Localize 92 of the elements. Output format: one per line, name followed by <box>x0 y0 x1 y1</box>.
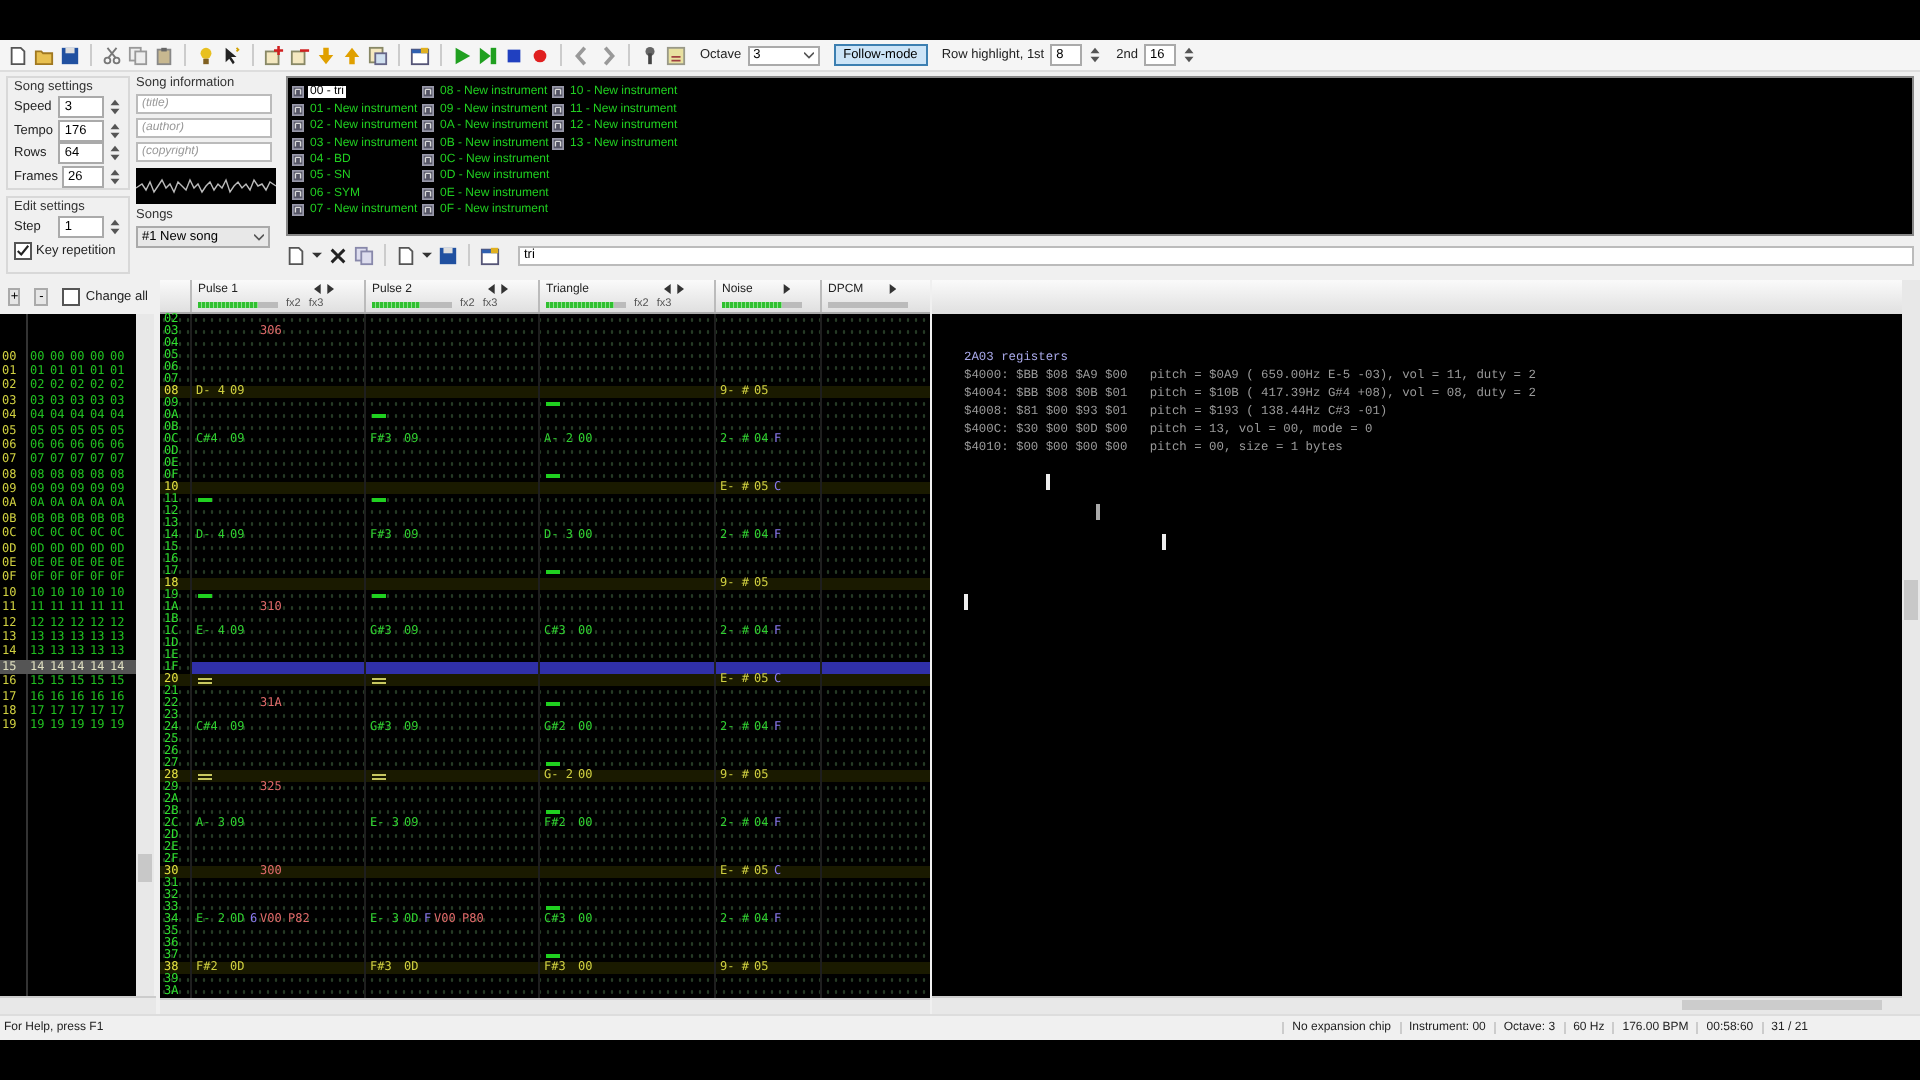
level-tick <box>964 594 968 611</box>
instrument-icon <box>552 120 564 133</box>
note-off-mark <box>546 702 560 707</box>
note-off-mark <box>546 474 560 479</box>
spin-arrows-icon[interactable] <box>1088 46 1103 65</box>
document-icon[interactable] <box>8 45 28 66</box>
level-tick <box>1096 504 1100 521</box>
waveform-drawing <box>136 168 276 205</box>
copy-icon[interactable] <box>128 45 148 66</box>
level-tick <box>1046 474 1050 491</box>
note-off-mark <box>546 762 560 767</box>
note-release-mark <box>198 773 212 780</box>
note-off-mark <box>546 906 560 911</box>
play-icon[interactable] <box>452 45 472 66</box>
arrow-icon[interactable] <box>887 284 896 295</box>
instrument-icon <box>292 86 304 99</box>
note-off-mark <box>198 498 212 503</box>
instrument-icon <box>552 86 564 99</box>
instrument-icon <box>292 170 304 183</box>
spin-arrows-icon[interactable] <box>108 98 122 117</box>
record-icon[interactable] <box>530 45 550 66</box>
volume-meter <box>372 301 452 308</box>
instrument-icon <box>422 137 434 150</box>
instrument-icon <box>422 86 434 99</box>
play-bar-icon[interactable] <box>478 45 498 66</box>
note-off-mark <box>198 594 212 599</box>
arrow-icon[interactable] <box>488 284 508 295</box>
bulb-icon[interactable] <box>196 45 216 66</box>
spin-arrows-icon[interactable] <box>108 218 122 237</box>
instrument-icon <box>422 204 434 217</box>
instrument-icon <box>292 153 304 166</box>
arrow-icon[interactable] <box>781 284 790 295</box>
spin-arrows-icon[interactable] <box>108 144 122 163</box>
level-tick <box>1162 534 1166 551</box>
scissors-icon[interactable] <box>102 45 122 66</box>
note-off-mark <box>546 570 560 575</box>
note-release-mark <box>372 773 386 780</box>
checkbox[interactable] <box>14 241 32 260</box>
spin-arrows-icon[interactable] <box>108 167 122 186</box>
close-icon[interactable] <box>328 245 348 266</box>
scrollbar[interactable] <box>932 996 1902 1015</box>
instrument-icon <box>292 120 304 133</box>
spin-arrows-icon[interactable] <box>108 121 122 140</box>
page-plus-icon[interactable] <box>264 45 284 66</box>
instrument-icon <box>292 103 304 116</box>
scrollbar[interactable] <box>136 314 154 997</box>
volume-meter <box>546 301 626 308</box>
note-release-mark <box>372 677 386 684</box>
scrollbar[interactable] <box>0 996 156 1015</box>
caret-icon <box>254 233 264 242</box>
instrument-icon <box>552 103 564 116</box>
settings-icon[interactable] <box>640 45 660 66</box>
note-off-mark <box>372 414 386 419</box>
note-off-mark <box>546 810 560 815</box>
instrument-icon <box>552 137 564 150</box>
scrollbar[interactable] <box>1902 280 1920 1015</box>
page-minus-icon[interactable] <box>290 45 310 66</box>
clipboard-icon[interactable] <box>154 45 174 66</box>
instrument-icon <box>292 204 304 217</box>
export-icon[interactable] <box>666 45 686 66</box>
instrument-icon <box>422 120 434 133</box>
checkbox[interactable] <box>61 288 80 307</box>
arrow-icon[interactable] <box>664 284 684 295</box>
instrument-icon <box>292 137 304 150</box>
instrument-icon <box>422 187 434 200</box>
stop-icon[interactable] <box>504 45 524 66</box>
window-icon[interactable] <box>410 45 430 66</box>
folder-icon[interactable] <box>34 45 54 66</box>
instrument-icon <box>422 153 434 166</box>
cursor-icon[interactable] <box>222 45 242 66</box>
spin-arrows-icon[interactable] <box>1181 46 1196 65</box>
page-copy-icon[interactable] <box>368 45 388 66</box>
window-icon[interactable] <box>480 245 500 266</box>
chevron-right-icon[interactable] <box>598 45 618 66</box>
arrow-icon[interactable] <box>314 284 334 295</box>
instrument-icon <box>292 187 304 200</box>
note-off-mark <box>372 594 386 599</box>
caret-icon[interactable] <box>422 251 432 260</box>
instrument-icon <box>422 170 434 183</box>
chevron-left-icon[interactable] <box>572 45 592 66</box>
document-icon[interactable] <box>396 245 416 266</box>
note-off-mark <box>546 402 560 407</box>
note-off-mark <box>546 954 560 959</box>
note-release-mark <box>198 677 212 684</box>
scrollbar[interactable] <box>160 998 930 1015</box>
instrument-icon <box>422 103 434 116</box>
caret-icon <box>803 51 814 60</box>
caret-icon[interactable] <box>312 251 322 260</box>
volume-meter <box>722 301 802 308</box>
volume-meter <box>198 301 278 308</box>
document-icon[interactable] <box>286 245 306 266</box>
note-off-mark <box>372 498 386 503</box>
